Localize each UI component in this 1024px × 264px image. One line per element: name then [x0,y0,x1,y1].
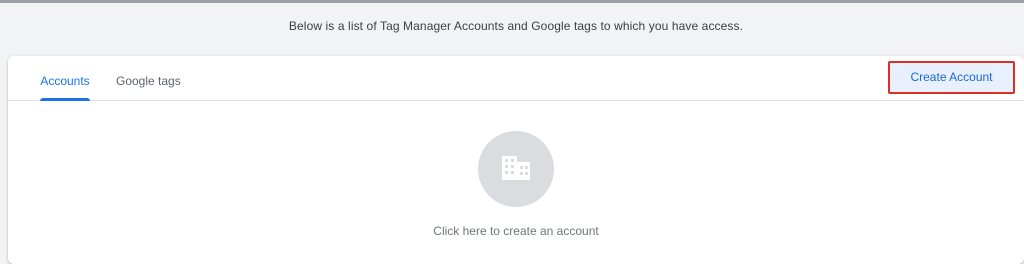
building-icon [502,156,530,180]
tab-google-tags[interactable]: Google tags [116,56,181,101]
create-account-button[interactable]: Create Account [890,63,1013,92]
tab-accounts[interactable]: Accounts [40,56,90,101]
top-divider [0,0,1024,3]
empty-state[interactable]: Click here to create an account [8,101,1024,261]
empty-state-circle[interactable] [478,131,554,207]
accounts-card: Accounts Google tags Create Account Clic… [8,56,1024,264]
tab-bar: Accounts Google tags Create Account [8,56,1024,101]
empty-state-message[interactable]: Click here to create an account [8,224,1024,238]
page-intro-text: Below is a list of Tag Manager Accounts … [288,19,744,33]
